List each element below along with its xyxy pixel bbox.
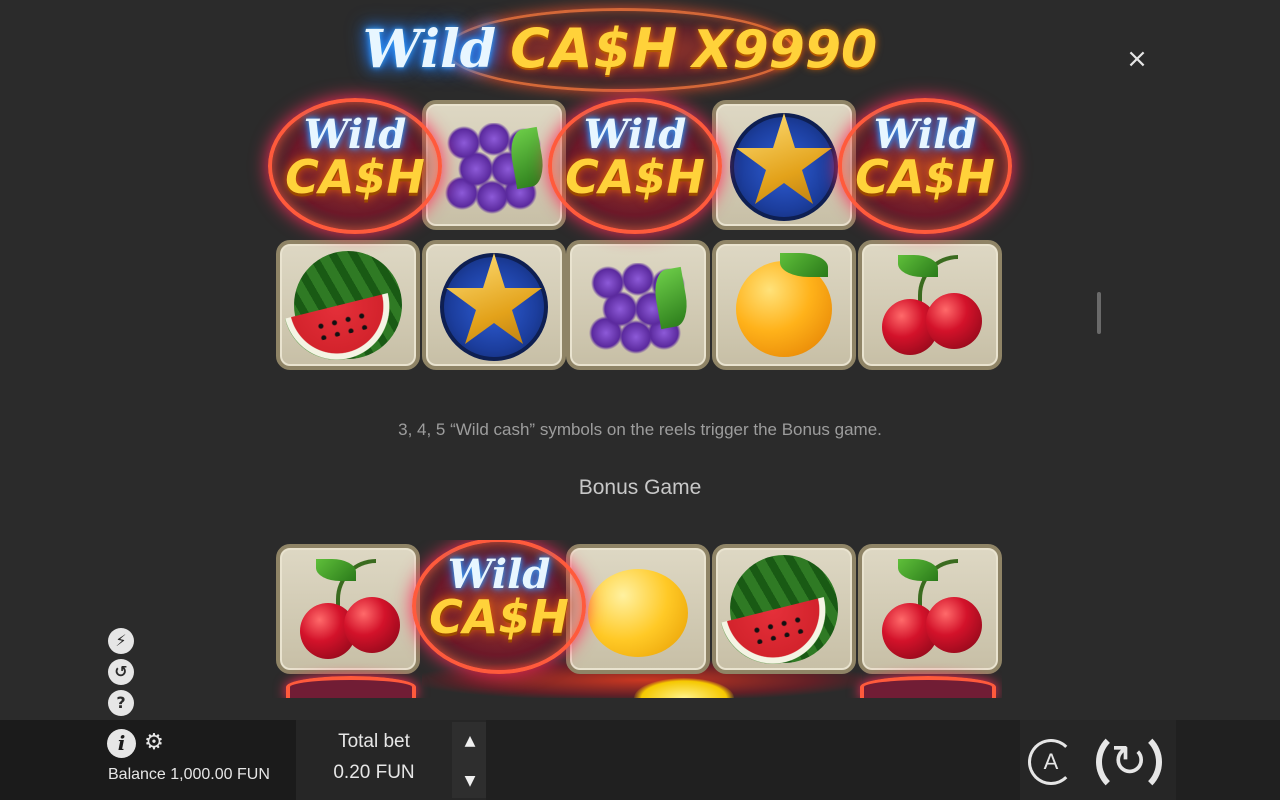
wild-text: Wild xyxy=(873,111,977,158)
wild-cash-partial xyxy=(286,676,416,698)
cash-text: CA$H xyxy=(285,150,425,204)
watermelon-symbol xyxy=(721,551,844,676)
paytable-screen: Wild CA$H X9990 × Wild CA$H Wild CA$H Wi… xyxy=(0,0,1280,800)
watermelon-symbol xyxy=(285,247,408,372)
orange-symbol xyxy=(724,247,844,363)
info-icon[interactable]: i xyxy=(107,729,136,758)
reel-cell xyxy=(276,240,420,372)
reel-cell xyxy=(858,544,1002,674)
cash-text: CA$H xyxy=(855,150,995,204)
reel-cell xyxy=(858,240,1002,370)
logo-text: Wild CA$H X9990 xyxy=(363,17,877,80)
wild-cash-symbol: Wild CA$H xyxy=(404,540,594,676)
bet-decrease-button[interactable]: ▼ xyxy=(459,772,481,790)
cherry-icon xyxy=(926,597,982,653)
logo-multiplier: X9990 xyxy=(692,19,878,80)
reels-example-bonus: Wild CA$H xyxy=(272,540,1002,698)
star-symbol xyxy=(434,247,554,363)
section-title-bonus-game: Bonus Game xyxy=(578,476,702,499)
reel-cell xyxy=(566,240,710,370)
star-symbol xyxy=(724,107,844,223)
cash-text: CA$H xyxy=(429,590,569,644)
cherry-icon xyxy=(344,597,400,653)
cherry-icon xyxy=(926,293,982,349)
reel-cell xyxy=(712,240,856,370)
cherry-symbol xyxy=(870,247,990,363)
reels-example-top: Wild CA$H Wild CA$H Wild CA$H xyxy=(268,96,1012,378)
reel-cell xyxy=(422,240,566,370)
wild-text: Wild xyxy=(447,551,551,598)
grapes-symbol xyxy=(434,107,554,223)
wild-cash-symbol: Wild CA$H xyxy=(260,96,450,236)
bet-increase-button[interactable]: ▲ xyxy=(459,732,481,750)
wild-cash-symbol: Wild CA$H xyxy=(540,96,730,236)
reel-cell xyxy=(276,544,420,674)
scrollbar-thumb[interactable] xyxy=(1097,292,1101,334)
leaf-icon xyxy=(898,559,938,581)
close-icon[interactable]: × xyxy=(1124,46,1150,72)
cherry-symbol xyxy=(288,551,408,667)
game-logo: Wild CA$H X9990 xyxy=(355,6,885,92)
wild-cash-symbol: Wild CA$H xyxy=(830,96,1020,236)
spin-button[interactable] xyxy=(1096,729,1162,795)
total-bet-value: 0.20 FUN xyxy=(333,762,415,783)
lemon-symbol xyxy=(578,551,698,667)
leaf-icon xyxy=(898,255,938,277)
cherry-symbol xyxy=(870,551,990,667)
gear-icon[interactable]: ⚙ xyxy=(142,731,166,755)
bonus-trigger-description: 3, 4, 5 “Wild cash” symbols on the reels… xyxy=(398,420,882,439)
leaf-icon xyxy=(316,559,356,581)
wild-cash-partial xyxy=(860,676,996,698)
cash-text: CA$H xyxy=(565,150,705,204)
wild-text: Wild xyxy=(303,111,407,158)
grapes-symbol xyxy=(578,247,698,363)
autoplay-button[interactable]: A xyxy=(1028,739,1074,785)
logo-wild: Wild xyxy=(362,18,497,80)
lemon-icon xyxy=(588,569,688,657)
turbo-icon[interactable]: ⚡ xyxy=(108,628,134,654)
wild-text: Wild xyxy=(583,111,687,158)
total-bet-label: Total bet xyxy=(338,731,410,752)
help-icon[interactable]: ? xyxy=(108,690,134,716)
reel-cell xyxy=(712,544,856,676)
logo-cash: CA$H xyxy=(510,16,679,80)
history-icon[interactable]: ↺ xyxy=(108,659,134,685)
balance-display: Balance 1,000.00 FUN xyxy=(108,766,270,783)
